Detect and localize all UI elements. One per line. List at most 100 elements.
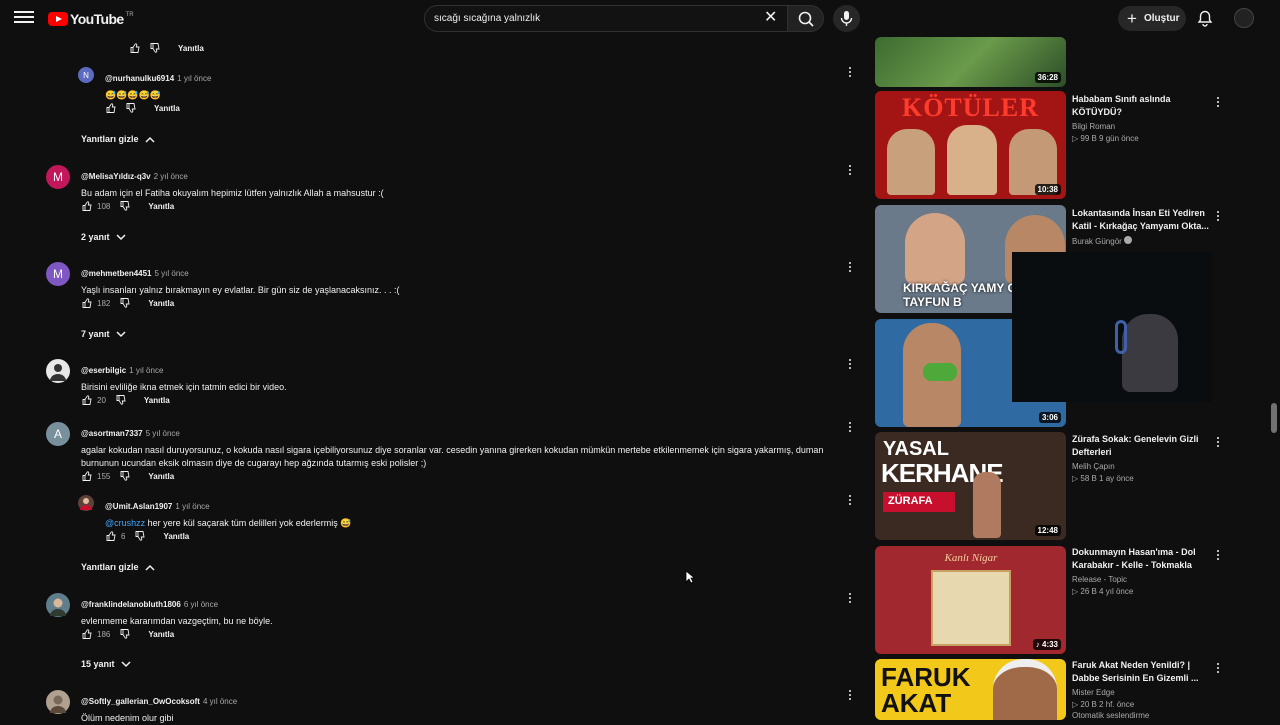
comment-time[interactable]: 1 yıl önce (129, 366, 163, 375)
video-title[interactable]: Lokantasında İnsan Eti Yediren Katil - K… (1072, 207, 1212, 233)
mention-link[interactable]: @crushzz (105, 518, 145, 528)
reply-button[interactable]: Yanıtla (148, 630, 174, 639)
comment: @asortman7337 5 yıl önce agalar kokudan n… (81, 423, 851, 470)
video-more-icon[interactable] (1210, 94, 1226, 110)
create-button[interactable]: + Oluştur (1118, 6, 1186, 31)
comment-time[interactable]: 5 yıl önce (155, 269, 189, 278)
hide-replies-toggle[interactable]: Yanıtları gizle (81, 562, 155, 572)
video-more-icon[interactable] (1210, 434, 1226, 450)
avatar[interactable] (78, 495, 94, 511)
page-scrollbar[interactable] (1271, 403, 1277, 433)
video-title[interactable]: Zürafa Sokak: Genelevin Gizli Defterleri (1072, 433, 1212, 459)
like-icon[interactable] (80, 297, 94, 309)
more-actions-icon[interactable] (842, 492, 858, 508)
video-more-icon[interactable] (1210, 547, 1226, 563)
clear-search-icon[interactable]: ✕ (764, 10, 777, 26)
dislike-icon[interactable] (148, 42, 162, 54)
comment-time[interactable]: 6 yıl önce (184, 600, 218, 609)
more-actions-icon[interactable] (842, 590, 858, 606)
avatar[interactable]: M (46, 262, 70, 286)
dislike-icon[interactable] (124, 102, 138, 114)
more-actions-icon[interactable] (842, 356, 858, 372)
reply-button[interactable]: Yanıtla (148, 299, 174, 308)
comment-author[interactable]: @MelisaYıldız-q3v (81, 172, 151, 181)
channel-name[interactable]: Bilgi Roman (1072, 122, 1212, 131)
comment-time[interactable]: 1 yıl önce (175, 502, 209, 511)
comment-author[interactable]: @franklindelanobluth1806 (81, 600, 181, 609)
reply-button[interactable]: Yanıtla (154, 104, 180, 113)
comment-author[interactable]: @Umit.Aslan1907 (105, 502, 172, 511)
comment-time[interactable]: 1 yıl önce (177, 74, 211, 83)
avatar[interactable]: M (46, 165, 70, 189)
channel-name[interactable]: Release - Topic (1072, 575, 1212, 584)
video-thumbnail[interactable]: 36:28 (875, 37, 1066, 87)
more-actions-icon[interactable] (842, 64, 858, 80)
video-thumbnail[interactable]: YASAL KERHANE ZÜRAFA 12:48 (875, 432, 1066, 540)
comment-author[interactable]: @Softly_gallerian_OwOcoksoft (81, 697, 200, 706)
like-icon[interactable] (104, 102, 118, 114)
more-actions-icon[interactable] (842, 687, 858, 703)
video-more-icon[interactable] (1210, 208, 1226, 224)
video-thumbnail[interactable]: KÖTÜLER 10:38 (875, 91, 1066, 199)
like-icon[interactable] (80, 394, 94, 406)
search-button[interactable] (787, 5, 824, 32)
video-info: Hababam Sınıfı aslında KÖTÜYDÜ? Bilgi Ro… (1072, 93, 1212, 143)
like-icon[interactable] (80, 200, 94, 212)
avatar[interactable] (46, 359, 70, 383)
comment-text: evlenmeme kararımdan vazgeçtim, bu ne bö… (81, 616, 273, 626)
reply-button[interactable]: Yanıtla (144, 396, 170, 405)
show-replies-toggle[interactable]: 15 yanıt (81, 659, 131, 669)
more-actions-icon[interactable] (842, 162, 858, 178)
comment-time[interactable]: 2 yıl önce (154, 172, 188, 181)
account-avatar[interactable] (1234, 8, 1254, 28)
reply-button[interactable]: Yanıtla (178, 44, 204, 53)
comment-time[interactable]: 4 yıl önce (203, 697, 237, 706)
comment-author[interactable]: @nurhanulku6914 (105, 74, 174, 83)
more-actions-icon[interactable] (842, 259, 858, 275)
video-thumbnail[interactable]: FARUK AKAT (875, 659, 1066, 720)
more-actions-icon[interactable] (842, 419, 858, 435)
comment-time[interactable]: 5 yıl önce (146, 429, 180, 438)
dislike-icon[interactable] (118, 628, 132, 640)
dislike-icon[interactable] (114, 394, 128, 406)
dislike-icon[interactable] (133, 530, 147, 542)
notifications-bell-icon[interactable] (1197, 10, 1213, 32)
dislike-icon[interactable] (118, 297, 132, 309)
create-label: Oluştur (1144, 13, 1180, 24)
comment-author[interactable]: @mehmetben4451 (81, 269, 152, 278)
dislike-icon[interactable] (118, 200, 132, 212)
comment-author[interactable]: @asortman7337 (81, 429, 143, 438)
youtube-logo[interactable]: YouTube TR (48, 11, 134, 27)
logo-text: YouTube (70, 11, 124, 27)
video-title[interactable]: Dokunmayın Hasan'ıma - Dol Karabakır - K… (1072, 546, 1212, 572)
dislike-icon[interactable] (118, 470, 132, 482)
voice-search-button[interactable] (833, 5, 860, 32)
hamburger-menu-icon[interactable] (12, 8, 36, 28)
channel-name[interactable]: Burak Güngör (1072, 236, 1212, 246)
avatar[interactable] (46, 690, 70, 714)
video-thumbnail[interactable]: Kanlı Nigar ♪ 4:33 (875, 546, 1066, 654)
video-title[interactable]: Hababam Sınıfı aslında KÖTÜYDÜ? (1072, 93, 1212, 119)
hide-replies-toggle[interactable]: Yanıtları gizle (81, 134, 155, 144)
like-icon[interactable] (128, 42, 142, 54)
like-icon[interactable] (104, 530, 118, 542)
show-replies-toggle[interactable]: 7 yanıt (81, 329, 126, 339)
channel-name[interactable]: Mister Edge (1072, 688, 1212, 697)
avatar[interactable] (46, 593, 70, 617)
reply-button[interactable]: Yanıtla (148, 472, 174, 481)
comment-actions: 108 Yanıtla (80, 200, 174, 212)
avatar-initial: M (53, 267, 63, 281)
like-icon[interactable] (80, 470, 94, 482)
avatar[interactable]: N (78, 67, 94, 83)
video-title[interactable]: Faruk Akat Neden Yenildi? | Dabbe Serisi… (1072, 659, 1212, 685)
reply-button[interactable]: Yanıtla (163, 532, 189, 541)
like-icon[interactable] (80, 628, 94, 640)
channel-name[interactable]: Melih Çapın (1072, 462, 1212, 471)
video-more-icon[interactable] (1210, 660, 1226, 676)
comment-author[interactable]: @eserbilgic (81, 366, 126, 375)
search-box[interactable]: sıcağı sıcağına yalnızlık ✕ (424, 5, 788, 32)
reply-button[interactable]: Yanıtla (148, 202, 174, 211)
avatar[interactable]: A (46, 422, 70, 446)
show-replies-toggle[interactable]: 2 yanıt (81, 232, 126, 242)
search-input[interactable]: sıcağı sıcağına yalnızlık (434, 13, 540, 24)
